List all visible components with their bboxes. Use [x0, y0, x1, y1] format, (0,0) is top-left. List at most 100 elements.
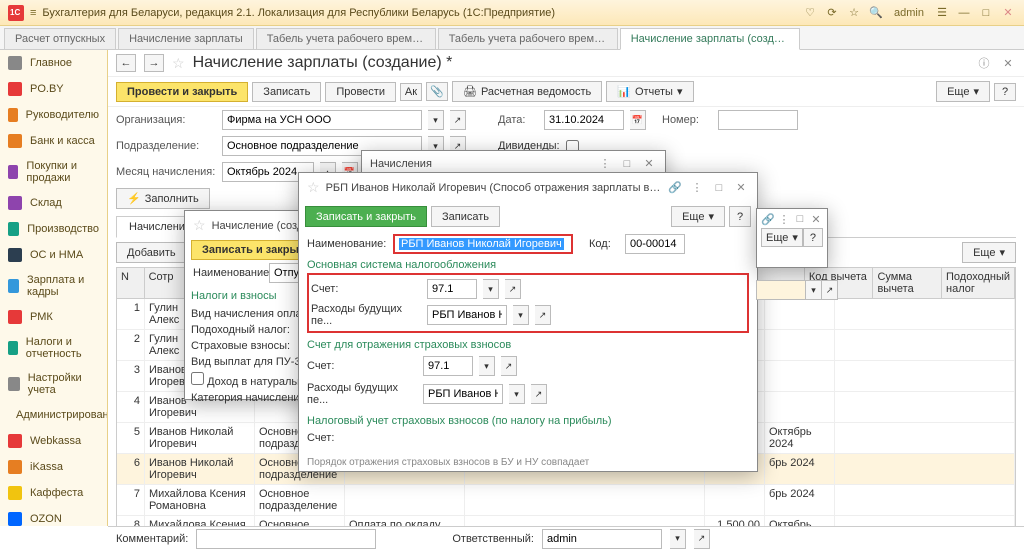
m3-more[interactable]: Еще ▾: [671, 206, 725, 227]
tab-1[interactable]: Начисление зарплаты: [118, 28, 254, 49]
nav-back[interactable]: ←: [116, 54, 136, 72]
panel-info[interactable]: ⓘ: [976, 55, 992, 71]
sidebar-item[interactable]: Производство: [0, 216, 107, 242]
sidebar-item[interactable]: Склад: [0, 190, 107, 216]
m3-sec3: Налоговый учет страховых взносов (по нал…: [299, 409, 757, 429]
m2-natural-check[interactable]: [191, 372, 204, 385]
sidebar-item[interactable]: Настройки учета: [0, 366, 107, 402]
user-label[interactable]: admin: [894, 7, 924, 19]
tab-2[interactable]: Табель учета рабочего времени ×: [256, 28, 436, 49]
lbl-dept: Подразделение:: [116, 140, 216, 152]
sheet-button[interactable]: 🖨 Расчетная ведомость: [452, 81, 602, 102]
m3-link[interactable]: 🔗: [667, 181, 683, 194]
close-icon[interactable]: ✕: [1000, 5, 1016, 21]
run-button[interactable]: Провести: [325, 82, 396, 102]
org-input[interactable]: [222, 110, 422, 130]
th-n: N: [117, 268, 145, 298]
side-more[interactable]: Еще ▾: [761, 228, 803, 247]
content: ← → ☆ Начисление зарплаты (создание) * ⓘ…: [108, 50, 1024, 526]
m1-menu[interactable]: ⋮: [597, 157, 613, 170]
dk-button[interactable]: Aк: [400, 83, 422, 101]
m3-acct2-input[interactable]: [423, 356, 473, 376]
m3-acct-input[interactable]: [427, 279, 477, 299]
m3-lbl-acct: Счет:: [311, 283, 421, 295]
table-row[interactable]: 7Михайлова Ксения РомановнаОсновное подр…: [117, 485, 1015, 516]
org-open[interactable]: ↗: [450, 110, 466, 130]
tab-bar: Расчет отпускных Начисление зарплаты Таб…: [0, 26, 1024, 50]
fav-star[interactable]: ☆: [172, 55, 185, 72]
sidebar-item[interactable]: Банк и касса: [0, 128, 107, 154]
sidebar-item[interactable]: Покупки и продажи: [0, 154, 107, 190]
table-more-button[interactable]: Еще ▾: [962, 242, 1016, 263]
m3-close[interactable]: ✕: [733, 181, 749, 194]
star-icon[interactable]: ☆: [846, 5, 862, 21]
m3-write[interactable]: Записать: [431, 206, 500, 227]
minimize-icon[interactable]: —: [956, 5, 972, 21]
m3-max[interactable]: □: [711, 182, 727, 194]
lbl-number: Номер:: [662, 114, 712, 126]
more-button[interactable]: Еще ▾: [936, 81, 990, 102]
sidebar-item[interactable]: OZON: [0, 506, 107, 526]
nav-fwd[interactable]: →: [144, 54, 164, 72]
date-input[interactable]: [544, 110, 624, 130]
sidebar-item[interactable]: PO.BY: [0, 76, 107, 102]
sidebar-item[interactable]: Руководителю: [0, 102, 107, 128]
m1-close[interactable]: ✕: [641, 157, 657, 170]
sidebar-item[interactable]: Администрирование: [0, 402, 107, 428]
tab-3[interactable]: Табель учета рабочего времени 0000-0057 …: [438, 28, 618, 49]
m1-max[interactable]: □: [619, 158, 635, 170]
sidebar-item[interactable]: Каффеста: [0, 480, 107, 506]
tab-4[interactable]: Начисление зарплаты (создание) * ×: [620, 28, 800, 50]
sidebar-item[interactable]: ОС и НМА: [0, 242, 107, 268]
resp-input[interactable]: [542, 529, 662, 549]
th-tax: Подоходный налог: [942, 268, 1015, 298]
m3-help[interactable]: ?: [729, 206, 751, 227]
m3-menu[interactable]: ⋮: [689, 181, 705, 194]
search-icon[interactable]: 🔍: [868, 5, 884, 21]
reports-button[interactable]: 📊 Отчеты ▾: [606, 81, 693, 102]
m3-lbl-code: Код:: [589, 238, 619, 250]
number-input[interactable]: [718, 110, 798, 130]
m3-code-input[interactable]: [625, 234, 685, 254]
m3-sec2: Счет для отражения страховых взносов: [299, 333, 757, 353]
add-button[interactable]: Добавить: [116, 242, 187, 263]
bell-icon[interactable]: ♡: [802, 5, 818, 21]
yellow-input: ▾↗: [756, 280, 838, 300]
m3-rbp2-input[interactable]: [423, 384, 503, 404]
sidebar-item[interactable]: Webkassa: [0, 428, 107, 454]
app-logo: [8, 5, 24, 21]
maximize-icon[interactable]: □: [978, 5, 994, 21]
help-button[interactable]: ?: [994, 83, 1016, 101]
panel-close[interactable]: ✕: [1000, 57, 1016, 70]
m3-rbp-input[interactable]: [427, 305, 507, 325]
table-row[interactable]: 8Михайлова Ксения РомановнаОсновное подр…: [117, 516, 1015, 526]
page-title: Начисление зарплаты (создание) *: [193, 54, 453, 72]
titlebar: ≡ Бухгалтерия для Беларуси, редакция 2.1…: [0, 0, 1024, 26]
tab-0[interactable]: Расчет отпускных: [4, 28, 116, 49]
lbl-org: Организация:: [116, 114, 216, 126]
m3-name-input[interactable]: РБП Иванов Николай Игоревич: [393, 234, 573, 254]
run-close-button[interactable]: Провести и закрыть: [116, 82, 248, 102]
settings-icon[interactable]: ☰: [934, 5, 950, 21]
sidebar-item[interactable]: Зарплата и кадры: [0, 268, 107, 304]
org-dd[interactable]: ▾: [428, 110, 444, 130]
lbl-resp: Ответственный:: [452, 533, 534, 545]
m3-lbl-acct2: Счет:: [307, 360, 417, 372]
fill-button[interactable]: ⚡ Заполнить: [116, 188, 210, 209]
attach-button[interactable]: 📎: [426, 82, 448, 101]
menu-icon[interactable]: ≡: [30, 7, 36, 19]
sidebar-item[interactable]: Главное: [0, 50, 107, 76]
m3-lbl-rbp: Расходы будущих пе...: [311, 303, 421, 327]
sidebar-item[interactable]: РМК: [0, 304, 107, 330]
history-icon[interactable]: ⟳: [824, 5, 840, 21]
m3-save-close[interactable]: Записать и закрыть: [305, 206, 427, 227]
lbl-month: Месяц начисления:: [116, 166, 216, 178]
sidebar-item[interactable]: Налоги и отчетность: [0, 330, 107, 366]
comment-input[interactable]: [196, 529, 376, 549]
lbl-date: Дата:: [498, 114, 538, 126]
m3-note: Порядок отражения страховых взносов в БУ…: [299, 447, 757, 478]
m3-lbl-rbp2: Расходы будущих пе...: [307, 382, 417, 406]
sidebar-item[interactable]: iKassa: [0, 454, 107, 480]
write-button[interactable]: Записать: [252, 82, 321, 102]
date-cal[interactable]: 📅: [630, 110, 646, 130]
